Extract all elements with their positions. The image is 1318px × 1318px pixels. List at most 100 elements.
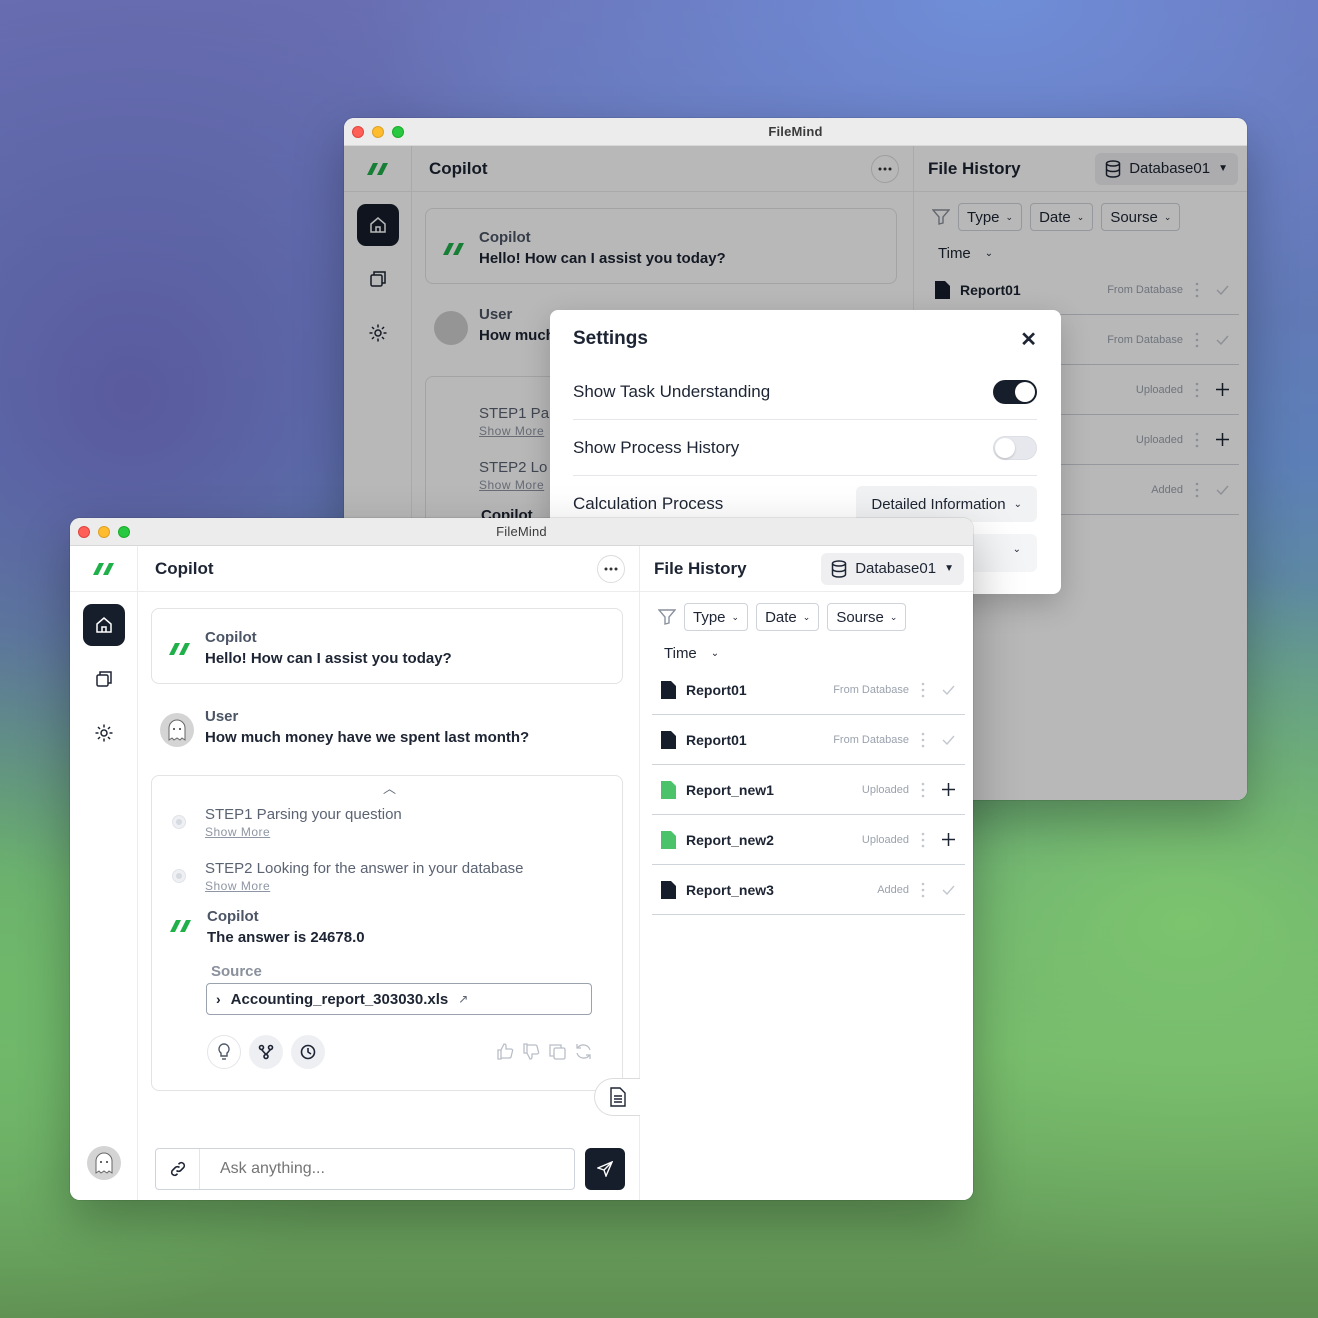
plus-icon[interactable] [937, 783, 959, 796]
database-select[interactable]: Database01 ▼ [1095, 152, 1238, 185]
copilot-logo-icon [170, 920, 191, 932]
chevron-down-icon: ⌄ [710, 648, 720, 659]
files-button[interactable] [357, 258, 399, 300]
home-button[interactable] [356, 204, 399, 246]
file-row[interactable]: Report01 From Database [926, 265, 1239, 315]
file-status: Uploaded [861, 833, 909, 846]
kebab-menu-icon[interactable] [1183, 382, 1211, 398]
close-light[interactable] [352, 126, 364, 138]
sort-time[interactable]: Time ⌄ [914, 231, 1247, 262]
check-icon[interactable] [937, 685, 959, 695]
ellipsis-icon [604, 567, 618, 570]
filter-icon[interactable] [658, 609, 676, 625]
history-button[interactable] [291, 1035, 325, 1069]
calculation-select[interactable]: Detailed Information ⌄ [856, 486, 1037, 522]
file-row[interactable]: Report01 From Database [652, 715, 965, 765]
kebab-menu-icon[interactable] [909, 832, 937, 848]
file-status: From Database [1107, 283, 1183, 296]
setting-process-history: Show Process History [573, 420, 1037, 476]
zoom-light[interactable] [118, 526, 130, 538]
task-understanding-toggle[interactable] [993, 379, 1037, 404]
document-icon [661, 830, 676, 849]
file-row[interactable]: Report01 From Database [652, 665, 965, 715]
thumbs-down-icon[interactable] [523, 1043, 540, 1065]
workflow-button[interactable] [249, 1035, 283, 1069]
show-more-link[interactable]: Show More [479, 424, 554, 438]
minimize-light[interactable] [98, 526, 110, 538]
home-button[interactable] [82, 604, 125, 646]
database-select[interactable]: Database01 ▼ [821, 552, 964, 585]
show-more-link[interactable]: Show More [205, 825, 402, 839]
more-button[interactable] [597, 554, 625, 583]
plus-icon[interactable] [1211, 383, 1233, 396]
main-window: FileMind Copilot Copilot Hello! How can … [70, 518, 973, 1200]
kebab-menu-icon[interactable] [1183, 482, 1211, 498]
show-more-link[interactable]: Show More [479, 478, 547, 492]
process-history-toggle[interactable] [993, 435, 1037, 460]
minimize-light[interactable] [372, 126, 384, 138]
titlebar: FileMind [70, 518, 973, 546]
filter-source[interactable]: Sourse ⌄ [1101, 203, 1181, 231]
message-text: How much money have we spent last month? [205, 729, 530, 746]
zoom-light[interactable] [392, 126, 404, 138]
check-icon[interactable] [937, 885, 959, 895]
kebab-menu-icon[interactable] [1183, 432, 1211, 448]
kebab-menu-icon[interactable] [909, 882, 937, 898]
titlebar: FileMind [344, 118, 1247, 146]
settings-button[interactable] [83, 712, 125, 754]
chevron-down-icon: ⌄ [731, 611, 740, 622]
show-more-link[interactable]: Show More [205, 879, 524, 893]
filter-type[interactable]: Type ⌄ [958, 203, 1023, 231]
source-file-name: Accounting_report_303030.xls [230, 990, 449, 1008]
home-icon [95, 617, 112, 633]
settings-button[interactable] [357, 312, 399, 354]
plus-icon[interactable] [1211, 433, 1233, 446]
more-button[interactable] [871, 154, 899, 183]
collapse-icon[interactable]: ︿ [383, 778, 396, 797]
check-icon[interactable] [1211, 285, 1233, 295]
chat-title: Copilot [429, 158, 488, 178]
lightbulb-icon [218, 1043, 230, 1060]
kebab-menu-icon[interactable] [909, 682, 937, 698]
send-button[interactable] [585, 1148, 625, 1190]
external-link-icon: ↗ [458, 992, 469, 1006]
kebab-menu-icon[interactable] [1183, 282, 1211, 298]
window-title: FileMind [768, 124, 823, 139]
copy-icon[interactable] [549, 1043, 566, 1065]
close-light[interactable] [78, 526, 90, 538]
check-icon[interactable] [937, 735, 959, 745]
filter-source[interactable]: Sourse ⌄ [827, 603, 907, 631]
file-status: From Database [833, 733, 909, 746]
check-icon[interactable] [1211, 485, 1233, 495]
sender-name: Copilot [479, 229, 531, 246]
filter-date[interactable]: Date ⌄ [756, 603, 820, 631]
plus-icon[interactable] [937, 833, 959, 846]
chevron-down-icon: ⌄ [1012, 544, 1021, 555]
history-title: File History [928, 158, 1021, 178]
document-icon [661, 780, 676, 799]
close-icon[interactable]: ✕ [1020, 327, 1037, 352]
file-row[interactable]: Report_new2 Uploaded [652, 815, 965, 865]
file-row[interactable]: Report_new1 Uploaded [652, 765, 965, 815]
user-message: User How much money have we spent last m… [160, 708, 620, 758]
files-button[interactable] [83, 658, 125, 700]
source-file-button[interactable]: › Accounting_report_303030.xls ↗ [206, 983, 592, 1015]
kebab-menu-icon[interactable] [909, 782, 937, 798]
sort-time[interactable]: Time ⌄ [640, 631, 973, 662]
refresh-icon[interactable] [575, 1043, 592, 1065]
user-avatar[interactable] [87, 1146, 121, 1180]
filter-icon[interactable] [932, 209, 950, 225]
step-item: STEP2 Looking for the answer in your dat… [172, 860, 524, 893]
attach-button[interactable] [156, 1149, 200, 1189]
filter-type[interactable]: Type ⌄ [684, 603, 749, 631]
document-toggle-button[interactable] [594, 1078, 640, 1116]
thumbs-up-icon[interactable] [497, 1043, 514, 1065]
chat-input[interactable] [200, 1160, 574, 1178]
file-row[interactable]: Report_new3 Added [652, 865, 965, 915]
logo-icon [344, 146, 411, 192]
kebab-menu-icon[interactable] [909, 732, 937, 748]
check-icon[interactable] [1211, 335, 1233, 345]
lightbulb-button[interactable] [207, 1035, 241, 1069]
kebab-menu-icon[interactable] [1183, 332, 1211, 348]
filter-date[interactable]: Date ⌄ [1030, 203, 1094, 231]
